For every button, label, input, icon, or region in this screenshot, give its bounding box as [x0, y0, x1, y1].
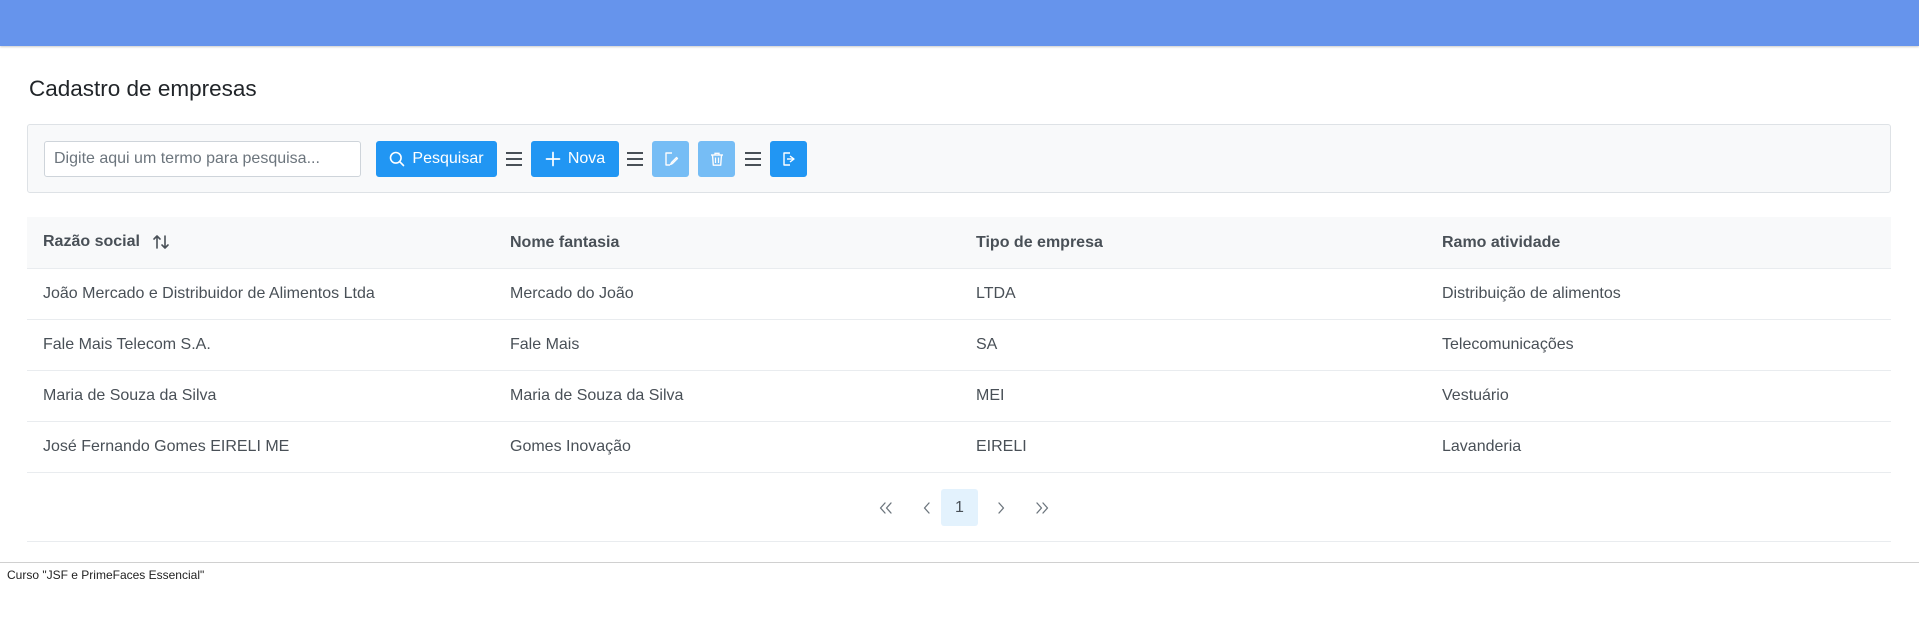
table-row[interactable]: Maria de Souza da Silva Maria de Souza d…: [27, 371, 1891, 422]
footer-divider: [0, 562, 1919, 563]
cell-razao-social: João Mercado e Distribuidor de Alimentos…: [43, 285, 375, 302]
menu-separator-icon: [745, 152, 761, 166]
footer-text: Curso "JSF e PrimeFaces Essencial": [7, 568, 205, 582]
search-button[interactable]: Pesquisar: [376, 141, 497, 177]
cell-razao-social: José Fernando Gomes EIRELI ME: [43, 438, 290, 455]
cell-ramo-atividade: Vestuário: [1442, 387, 1509, 404]
column-header-tipo-empresa: Tipo de empresa: [976, 233, 1103, 251]
column-header-nome-fantasia: Nome fantasia: [510, 233, 620, 251]
chevron-right-icon: [997, 501, 1004, 514]
new-button[interactable]: Nova: [531, 141, 619, 177]
cell-razao-social: Fale Mais Telecom S.A.: [43, 336, 211, 353]
delete-button[interactable]: [698, 141, 735, 177]
chevron-left-icon: [923, 501, 930, 514]
table-row[interactable]: José Fernando Gomes EIRELI ME Gomes Inov…: [27, 422, 1891, 473]
companies-table: Razão social Nome fantasia Tipo de empre…: [27, 217, 1891, 473]
search-button-label: Pesquisar: [412, 150, 484, 167]
prev-page-button[interactable]: [908, 489, 945, 526]
trash-icon: [710, 152, 723, 166]
cell-tipo-empresa: LTDA: [976, 285, 1016, 302]
search-icon: [390, 151, 405, 167]
plus-icon: [545, 151, 561, 167]
last-page-button[interactable]: [1023, 489, 1060, 526]
export-button[interactable]: [770, 141, 807, 177]
cell-nome-fantasia: Maria de Souza da Silva: [510, 387, 684, 404]
search-input[interactable]: [44, 141, 361, 177]
column-header-ramo-atividade: Ramo atividade: [1442, 233, 1561, 251]
paginator: 1: [27, 474, 1891, 542]
cell-nome-fantasia: Fale Mais: [510, 336, 580, 353]
cell-razao-social: Maria de Souza da Silva: [43, 387, 217, 404]
menu-separator-icon: [506, 152, 522, 166]
cell-tipo-empresa: MEI: [976, 387, 1005, 404]
cell-ramo-atividade: Lavanderia: [1442, 438, 1522, 455]
sort-icon: [153, 235, 170, 250]
cell-nome-fantasia: Gomes Inovação: [510, 438, 631, 455]
double-chevron-right-icon: [1035, 501, 1048, 514]
cell-ramo-atividade: Telecomunicações: [1442, 336, 1574, 353]
top-bar: [0, 0, 1919, 46]
cell-tipo-empresa: EIRELI: [976, 438, 1027, 455]
new-button-label: Nova: [567, 150, 606, 167]
table-row[interactable]: João Mercado e Distribuidor de Alimentos…: [27, 269, 1891, 320]
next-page-button[interactable]: [982, 489, 1019, 526]
cell-nome-fantasia: Mercado do João: [510, 285, 634, 302]
table-header: Razão social Nome fantasia Tipo de empre…: [27, 217, 1891, 269]
column-header-razao-social[interactable]: Razão social: [43, 233, 170, 251]
page-button-current[interactable]: 1: [941, 489, 978, 526]
toolbar: Pesquisar Nova: [27, 124, 1891, 193]
double-chevron-left-icon: [879, 501, 892, 514]
cell-ramo-atividade: Distribuição de alimentos: [1442, 285, 1621, 302]
edit-icon: [664, 152, 678, 166]
table-row[interactable]: Fale Mais Telecom S.A. Fale Mais SA Tele…: [27, 320, 1891, 371]
page-title: Cadastro de empresas: [29, 76, 257, 101]
edit-button[interactable]: [652, 141, 689, 177]
cell-tipo-empresa: SA: [976, 336, 998, 353]
menu-separator-icon: [627, 152, 643, 166]
first-page-button[interactable]: [867, 489, 904, 526]
export-icon: [782, 152, 795, 166]
